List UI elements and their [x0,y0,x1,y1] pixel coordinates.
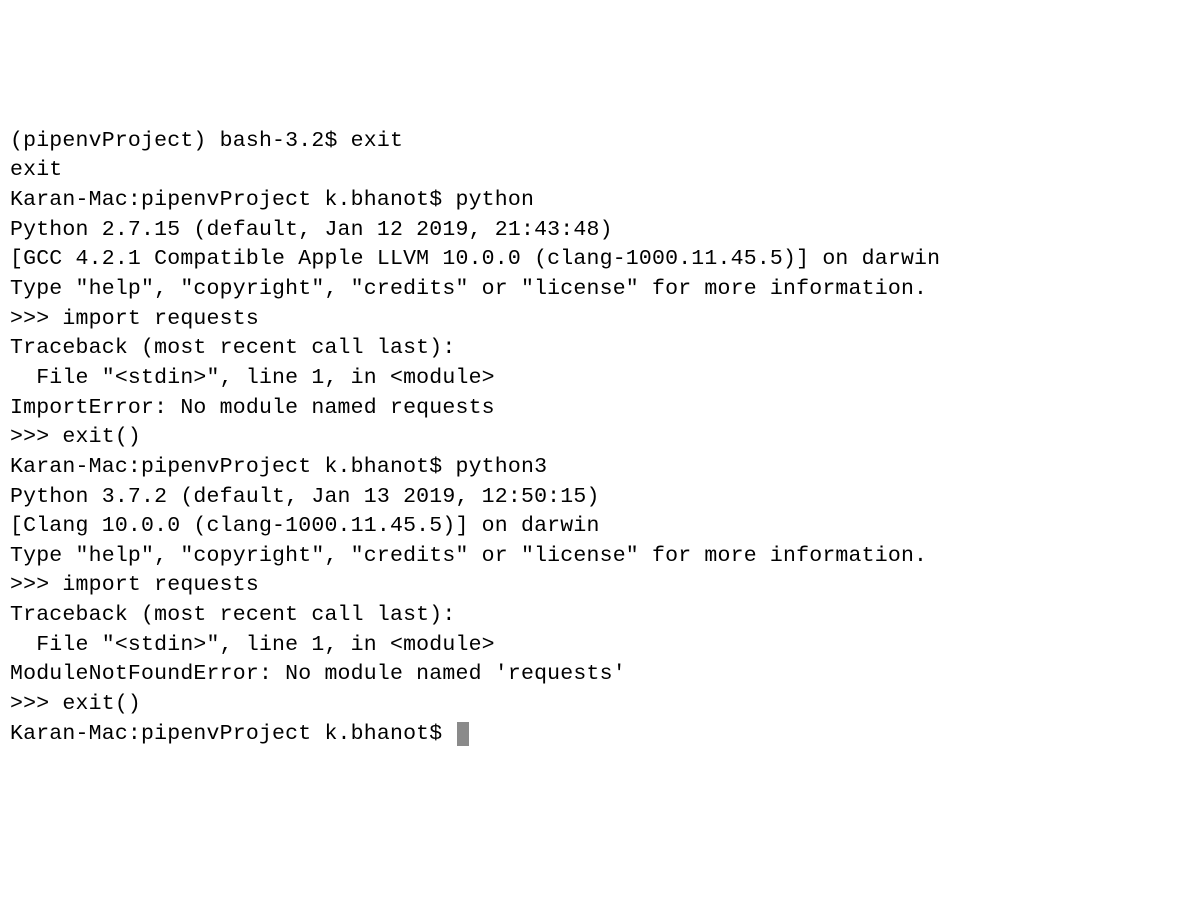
terminal-line: >>> exit() [10,423,1190,453]
terminal-line: ModuleNotFoundError: No module named 're… [10,660,1190,690]
terminal-line: Traceback (most recent call last): [10,601,1190,631]
terminal-line: Karan-Mac:pipenvProject k.bhanot$ python… [10,453,1190,483]
terminal-line: ImportError: No module named requests [10,394,1190,424]
terminal-prompt-line[interactable]: Karan-Mac:pipenvProject k.bhanot$ [10,720,1190,750]
terminal-line: Type "help", "copyright", "credits" or "… [10,275,1190,305]
terminal-line: Karan-Mac:pipenvProject k.bhanot$ python [10,186,1190,216]
terminal-line: Traceback (most recent call last): [10,334,1190,364]
terminal-line: [Clang 10.0.0 (clang-1000.11.45.5)] on d… [10,512,1190,542]
terminal-line: exit [10,156,1190,186]
terminal-line: >>> import requests [10,305,1190,335]
cursor-icon [457,722,469,746]
terminal-line: Python 3.7.2 (default, Jan 13 2019, 12:5… [10,483,1190,513]
terminal-line: File "<stdin>", line 1, in <module> [10,364,1190,394]
terminal-line: File "<stdin>", line 1, in <module> [10,631,1190,661]
terminal-line: (pipenvProject) bash-3.2$ exit [10,127,1190,157]
terminal-line: Type "help", "copyright", "credits" or "… [10,542,1190,572]
terminal-line: >>> exit() [10,690,1190,720]
terminal-output[interactable]: (pipenvProject) bash-3.2$ exitexitKaran-… [10,127,1190,750]
terminal-line: [GCC 4.2.1 Compatible Apple LLVM 10.0.0 … [10,245,1190,275]
terminal-prompt-text: Karan-Mac:pipenvProject k.bhanot$ [10,722,455,746]
terminal-line: Python 2.7.15 (default, Jan 12 2019, 21:… [10,216,1190,246]
terminal-line: >>> import requests [10,571,1190,601]
